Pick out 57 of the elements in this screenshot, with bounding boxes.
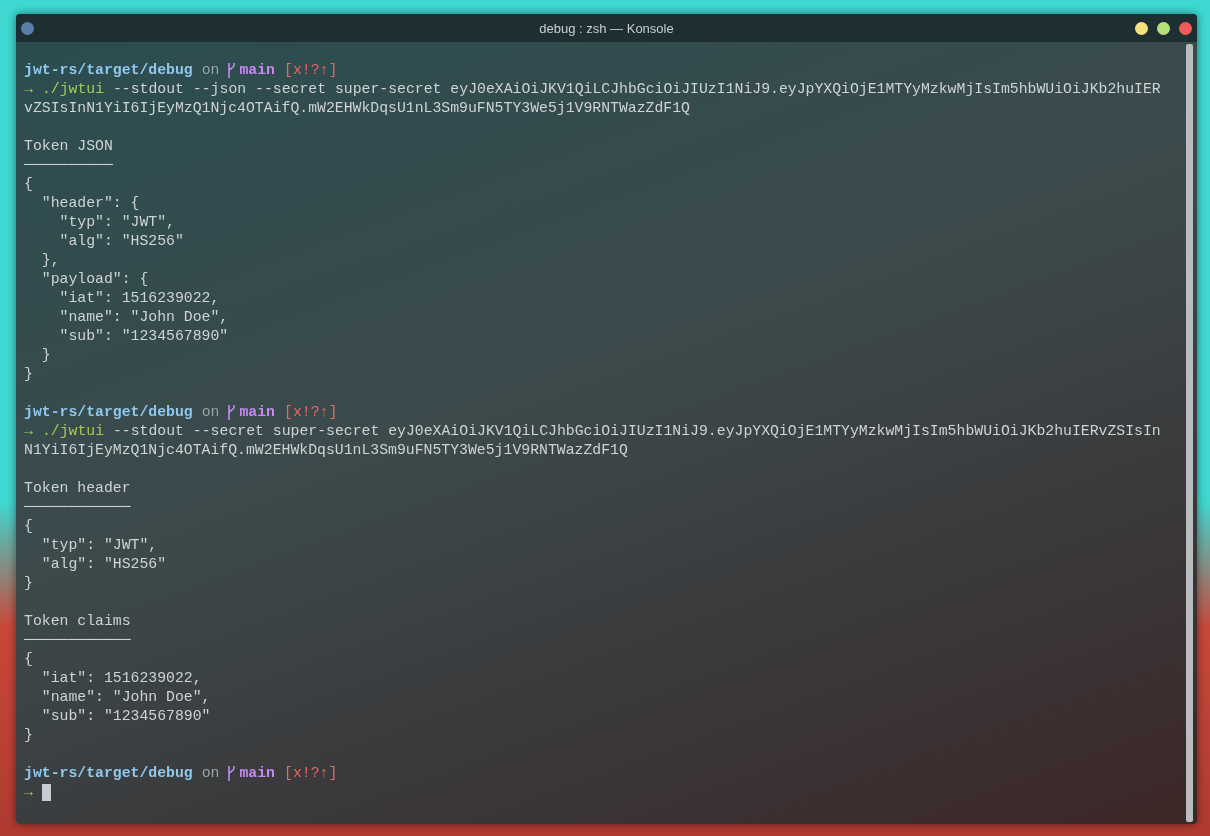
window-title: debug : zsh — Konsole (539, 21, 674, 36)
output-line: ──────────── (24, 498, 131, 517)
output-line: "sub": "1234567890" (58, 327, 229, 346)
prompt-text: on (201, 61, 220, 80)
command-name: ./jwtui (41, 80, 105, 99)
output-line: "payload": { (40, 270, 149, 289)
close-button[interactable] (1179, 21, 1192, 35)
prompt-text: on (201, 764, 220, 783)
output-line: Token header (24, 479, 131, 498)
output-line: "alg": "HS256" (40, 555, 167, 574)
prompt-arrow: → (24, 80, 33, 99)
output-line: }, (40, 251, 60, 270)
output-line: "iat": 1516239022, (58, 289, 220, 308)
prompt-arrow: → (24, 422, 33, 441)
git-status: [x!?↑] (284, 764, 338, 783)
output-line: Token JSON (24, 137, 113, 156)
output-line: ────────── (24, 156, 113, 175)
output-line: { (24, 650, 33, 669)
output-line: "iat": 1516239022, (40, 669, 202, 688)
output-line: "sub": "1234567890" (40, 707, 211, 726)
git-status: [x!?↑] (284, 403, 338, 422)
branch-name: main (239, 764, 275, 783)
git-branch-icon (226, 765, 237, 782)
prompt-path: jwt-rs/target/debug (24, 764, 193, 783)
output-line: ──────────── (24, 631, 131, 650)
command-arguments: N1YiI6IjEyMzQ1Njc4OTAifQ.mW2EHWkDqsU1nL3Sm9uFN5TY3We5j1V9RNTWazZdF1Q (24, 441, 628, 460)
command-arguments: --stdout --json --secret super-secret eyJ0eXAiOiJKV1QiLCJhbGciOiJIUzI1NiJ9.eyJpYXQiOjE1MTYyMzkwMjIsIm5hbWUiOiJKb2huIER (111, 80, 1161, 99)
output-line: { (24, 517, 33, 536)
output-line: "name": "John Doe", (58, 308, 229, 327)
output-line: "header": { (40, 194, 140, 213)
git-branch-icon (226, 404, 237, 421)
git-branch-icon (226, 62, 237, 79)
prompt-path: jwt-rs/target/debug (24, 61, 193, 80)
branch-name: main (239, 403, 275, 422)
output-line: "alg": "HS256" (58, 232, 184, 251)
output-line: "typ": "JWT", (58, 213, 175, 232)
command-name: ./jwtui (41, 422, 105, 441)
output-line: Token claims (24, 612, 131, 631)
output-line: } (40, 346, 51, 365)
window-menu-button[interactable] (21, 21, 34, 35)
output-line: { (24, 175, 33, 194)
minimize-button[interactable] (1135, 21, 1148, 35)
output-line: } (24, 574, 33, 593)
maximize-button[interactable] (1157, 21, 1170, 35)
command-arguments: vZSIsInN1YiI6IjEyMzQ1Njc4OTAifQ.mW2EHWkDqsU1nL3Sm9uFN5TY3We5j1V9RNTWazZdF1Q (24, 99, 690, 118)
prompt-text: on (201, 403, 220, 422)
output-line: "typ": "JWT", (40, 536, 158, 555)
output-line: } (24, 365, 33, 384)
command-arguments: --stdout --secret super-secret eyJ0eXAiOiJKV1QiLCJhbGciOiJIUzI1NiJ9.eyJpYXQiOjE1MTYyMzkwMjIsIm5hbWUiOiJKb2huIERvZSIsIn (111, 422, 1161, 441)
scrollbar[interactable] (1186, 44, 1193, 822)
prompt-path: jwt-rs/target/debug (24, 403, 193, 422)
prompt-arrow: → (24, 783, 33, 802)
git-status: [x!?↑] (284, 61, 338, 80)
branch-name: main (239, 61, 275, 80)
text-cursor (41, 784, 51, 801)
output-line: } (24, 726, 33, 745)
output-line: "name": "John Doe", (40, 688, 211, 707)
